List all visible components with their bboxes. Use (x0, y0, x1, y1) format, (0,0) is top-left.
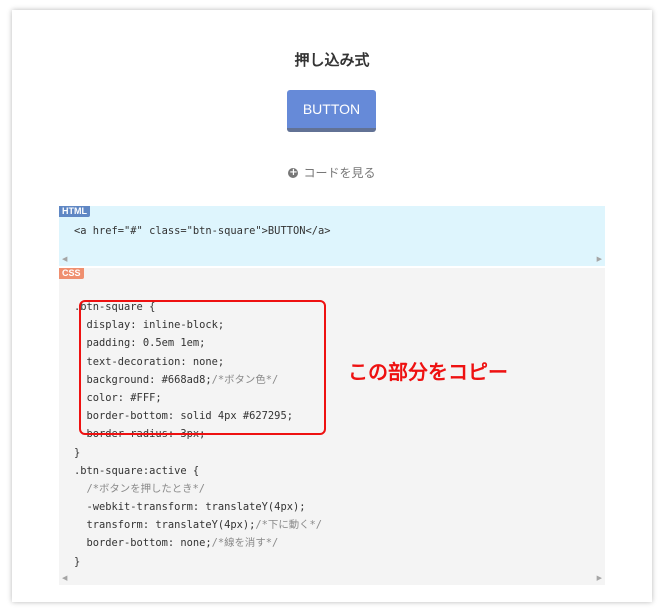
code-line: .btn-square:active { (74, 462, 322, 480)
code-line: } (74, 553, 322, 571)
html-tag: HTML (59, 206, 90, 217)
section-title: 押し込み式 (294, 51, 370, 69)
css-tag: CSS (59, 268, 84, 279)
code-text: border-bottom: none; (74, 537, 212, 550)
code-text: } (74, 555, 81, 568)
code-line: -webkit-transform: translateY(4px); (74, 498, 322, 516)
code-comment: /*下に動く*/ (255, 519, 323, 532)
code-text: } (74, 446, 81, 459)
code-line: /*ボタンを押したとき*/ (74, 480, 322, 498)
code-text: transform: translateY(4px); (74, 519, 256, 532)
code-text: .btn-square:active { (74, 464, 200, 477)
show-code-toggle[interactable]: + コードを見る (12, 164, 652, 181)
code-line: } (74, 444, 322, 462)
code-line: border-bottom: none;/*線を消す*/ (74, 534, 322, 552)
scroll-left-arrow-icon[interactable]: ◀ (62, 256, 67, 263)
code-comment: /*線を消す*/ (211, 537, 279, 550)
plus-circle-icon: + (288, 166, 299, 178)
demo-button[interactable]: BUTTON (287, 90, 376, 132)
code-line: transform: translateY(4px);/*下に動く*/ (74, 516, 323, 534)
html-code-panel: HTML <a href="#" class="btn-square">BUTT… (59, 206, 605, 266)
html-code: <a href="#" class="btn-square">BUTTON</a… (74, 225, 331, 237)
code-text: -webkit-transform: translateY(4px); (74, 501, 306, 514)
scroll-right-arrow-icon[interactable]: ▶ (597, 575, 602, 582)
highlight-box (79, 300, 326, 435)
show-code-label: コードを見る (303, 166, 376, 180)
scroll-right-arrow-icon[interactable]: ▶ (597, 256, 602, 263)
copy-annotation: この部分をコピー (348, 360, 508, 384)
code-comment: /*ボタンを押したとき*/ (86, 482, 206, 495)
scroll-left-arrow-icon[interactable]: ◀ (62, 575, 67, 582)
